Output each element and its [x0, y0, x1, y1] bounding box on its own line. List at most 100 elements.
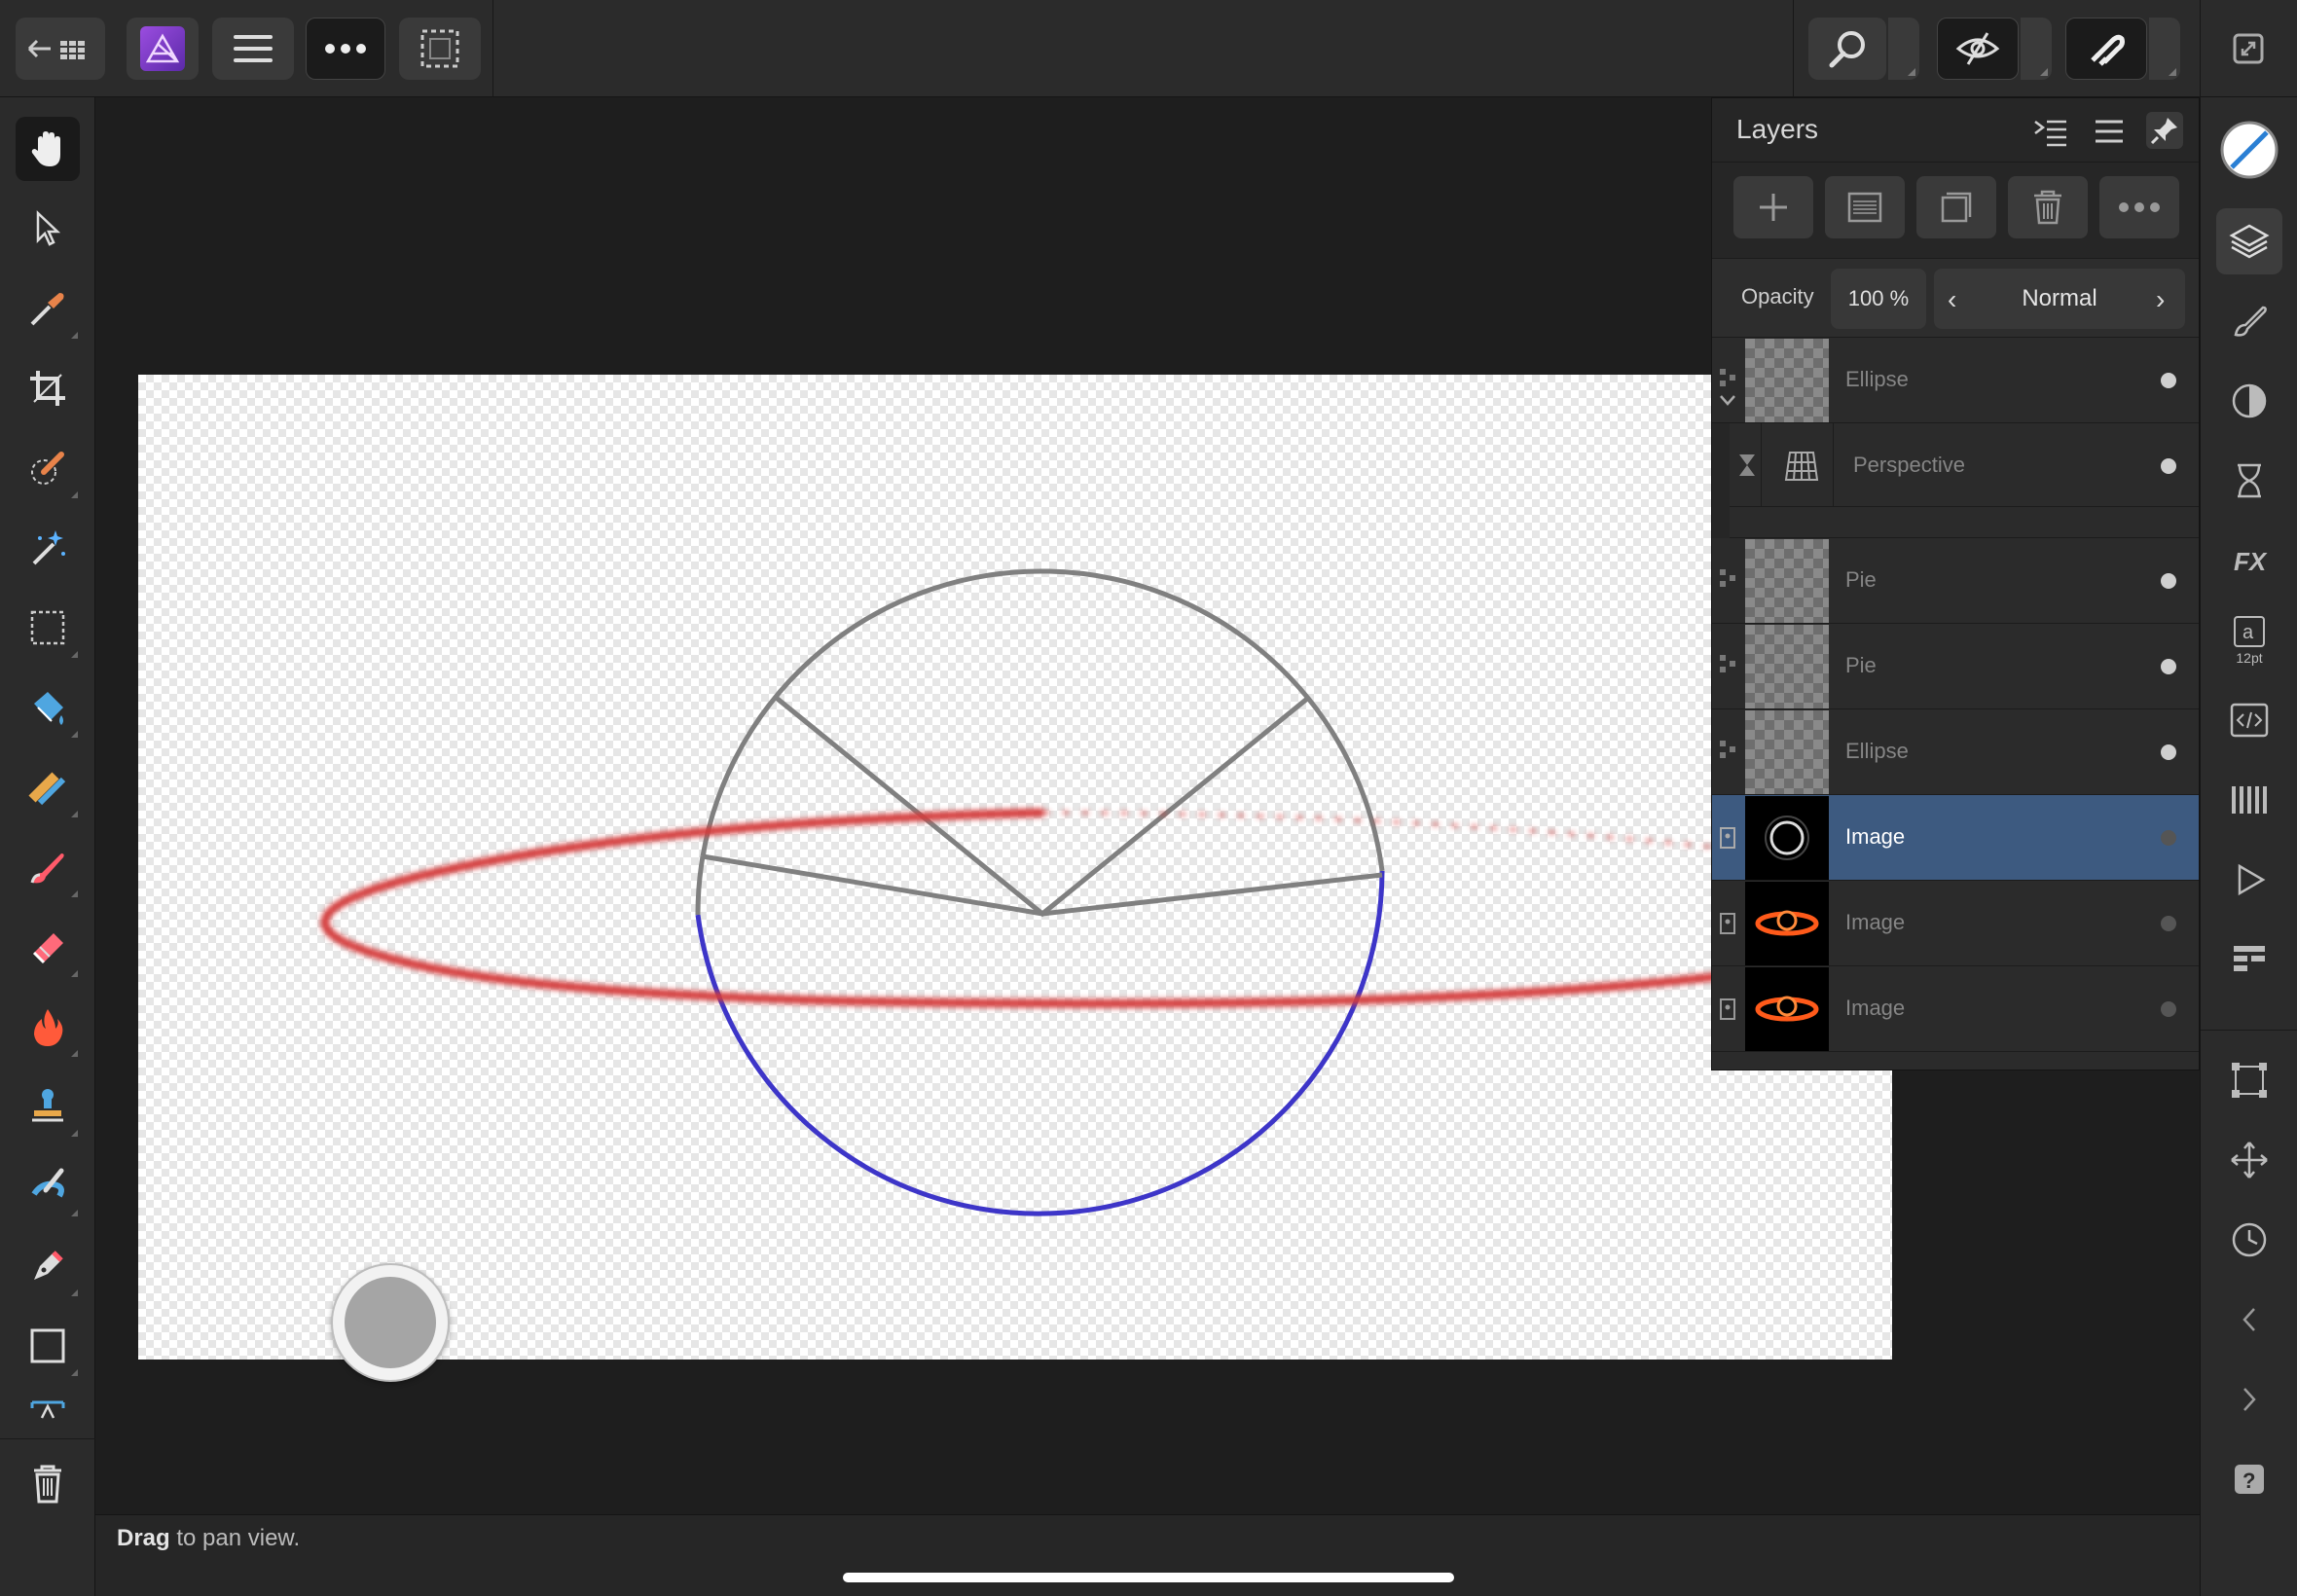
fill-tool[interactable]	[16, 675, 80, 740]
chevron-right-icon[interactable]: ›	[2156, 284, 2165, 315]
move-tool[interactable]	[16, 197, 80, 261]
pen-tool[interactable]	[16, 1234, 80, 1298]
visibility-toggle[interactable]	[2161, 373, 2176, 388]
selection-button[interactable]	[399, 18, 481, 80]
help-button[interactable]: ?	[2216, 1446, 2282, 1512]
trash-icon	[34, 1465, 61, 1504]
studio-bar: FX a 12pt ?	[2200, 97, 2297, 1596]
erase-brush-tool[interactable]	[16, 915, 80, 979]
adjustments-icon	[2232, 383, 2267, 418]
perspective-grid-icon	[1784, 452, 1819, 481]
visibility-toggle[interactable]	[2161, 573, 2176, 589]
colour-swatch-button[interactable]	[2216, 117, 2282, 183]
view-mode-button[interactable]	[1937, 18, 2019, 80]
delete-button[interactable]	[16, 1452, 80, 1516]
layers-stack-icon	[2229, 224, 2270, 259]
paint-brush-tool[interactable]	[16, 835, 80, 899]
chevron-left-icon[interactable]: ‹	[1948, 284, 1956, 315]
menu-button[interactable]	[212, 18, 294, 80]
view-tool[interactable]	[16, 117, 80, 181]
view-mode-options-button[interactable]	[2021, 18, 2052, 80]
delete-layer-button[interactable]	[2008, 176, 2088, 238]
adjustments-studio-button[interactable]	[2216, 368, 2282, 434]
live-filters-studio-button[interactable]	[2216, 448, 2282, 514]
text-styles-studio-button[interactable]: a 12pt	[2216, 607, 2282, 673]
text-tool[interactable]	[16, 1394, 80, 1423]
back-to-documents-button[interactable]	[16, 18, 105, 80]
layer-row[interactable]: Image	[1712, 966, 2199, 1052]
status-hint-text: to pan view.	[169, 1525, 301, 1551]
layer-row[interactable]: Pie	[1712, 538, 2199, 624]
visibility-toggle[interactable]	[2161, 916, 2176, 931]
gradient-icon	[28, 772, 66, 806]
next-button[interactable]	[2216, 1366, 2282, 1433]
snapping-options-button[interactable]	[2149, 18, 2180, 80]
visibility-toggle[interactable]	[2161, 744, 2176, 760]
layer-row[interactable]: Pie	[1712, 624, 2199, 709]
layer-row[interactable]: Ellipse	[1712, 709, 2199, 795]
add-mask-button[interactable]	[1825, 176, 1905, 238]
eyedropper-icon	[30, 293, 64, 326]
stock-studio-button[interactable]	[2216, 847, 2282, 913]
gradient-tool[interactable]	[16, 755, 80, 819]
joystick-knob[interactable]	[345, 1277, 436, 1368]
back-grid-icon	[27, 39, 85, 59]
history-studio-button[interactable]	[2216, 1207, 2282, 1273]
previous-button[interactable]	[2216, 1287, 2282, 1353]
macros-studio-button[interactable]	[2216, 687, 2282, 753]
layer-thumbnail	[1745, 882, 1829, 965]
paint-brush-icon	[30, 853, 64, 884]
visibility-toggle[interactable]	[2161, 830, 2176, 846]
layers-studio-button[interactable]	[2216, 208, 2282, 274]
brushes-studio-button[interactable]	[2216, 288, 2282, 354]
mask-layer-icon	[1847, 192, 1882, 223]
group-layers-button[interactable]	[1916, 176, 1996, 238]
marquee-tool[interactable]	[16, 596, 80, 660]
document-canvas[interactable]	[138, 375, 1892, 1360]
layer-more-button[interactable]	[2099, 176, 2179, 238]
visibility-toggle[interactable]	[2161, 659, 2176, 674]
layer-row-selected[interactable]: Image	[1712, 795, 2199, 881]
rectangle-tool[interactable]	[16, 1314, 80, 1378]
accretion-disk-thumbnail-icon	[1755, 910, 1819, 936]
move-arrows-icon	[2231, 1142, 2268, 1179]
zoom-button[interactable]	[1808, 18, 1886, 80]
color-picker-tool[interactable]	[16, 276, 80, 341]
channels-studio-button[interactable]	[2216, 767, 2282, 833]
expand-chevron-icon[interactable]	[1718, 392, 1737, 408]
more-options-button[interactable]	[306, 18, 385, 80]
home-indicator[interactable]	[843, 1573, 1454, 1582]
layers-scroll-end	[1712, 1052, 2199, 1070]
selection-brush-tool[interactable]	[16, 436, 80, 500]
snapping-button[interactable]	[2065, 18, 2147, 80]
transform-studio-button[interactable]	[2216, 1047, 2282, 1113]
zoom-options-button[interactable]	[1888, 18, 1919, 80]
panel-menu-button[interactable]	[2092, 114, 2127, 149]
history-list-studio-button[interactable]	[2216, 926, 2282, 993]
persona-button[interactable]	[127, 18, 199, 80]
fullscreen-button[interactable]	[2229, 29, 2268, 68]
layer-row[interactable]: Ellipse	[1712, 338, 2199, 423]
brush-icon	[2234, 306, 2267, 337]
layer-row-child[interactable]: Perspective	[1730, 423, 2199, 507]
canvas-joystick[interactable]	[331, 1263, 450, 1382]
layer-row[interactable]: Image	[1712, 881, 2199, 966]
smudge-tool[interactable]	[16, 1154, 80, 1218]
burn-brush-tool[interactable]	[16, 995, 80, 1059]
opacity-field[interactable]: 100 %	[1831, 269, 1926, 329]
pin-panel-button[interactable]	[2146, 112, 2183, 149]
clone-tool[interactable]	[16, 1074, 80, 1139]
add-layer-button[interactable]	[1733, 176, 1813, 238]
effects-studio-button[interactable]: FX	[2216, 527, 2282, 594]
navigator-studio-button[interactable]	[2216, 1127, 2282, 1193]
flood-select-tool[interactable]	[16, 516, 80, 580]
crop-tool[interactable]	[16, 356, 80, 420]
blend-mode-selector[interactable]: ‹ Normal ›	[1934, 269, 2185, 329]
visibility-toggle[interactable]	[2161, 1001, 2176, 1017]
layer-type-icon	[1720, 741, 1735, 758]
status-hint-action: Drag	[117, 1525, 170, 1551]
visibility-toggle[interactable]	[2161, 458, 2176, 474]
plus-icon	[1760, 194, 1787, 221]
history-clock-icon	[2232, 1222, 2267, 1257]
collapse-panel-button[interactable]	[2033, 114, 2068, 149]
